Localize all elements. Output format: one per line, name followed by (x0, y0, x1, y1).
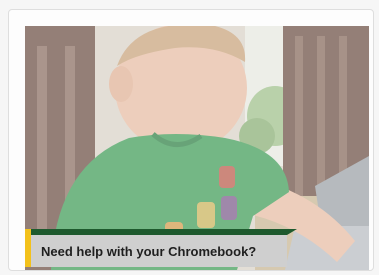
help-banner-label[interactable]: Need help with your Chromebook? (41, 244, 256, 259)
help-banner[interactable]: Need help with your Chromebook? (25, 229, 297, 267)
help-card[interactable]: Need help with your Chromebook? (8, 9, 374, 271)
chromebook-photo[interactable]: Need help with your Chromebook? (25, 26, 369, 270)
